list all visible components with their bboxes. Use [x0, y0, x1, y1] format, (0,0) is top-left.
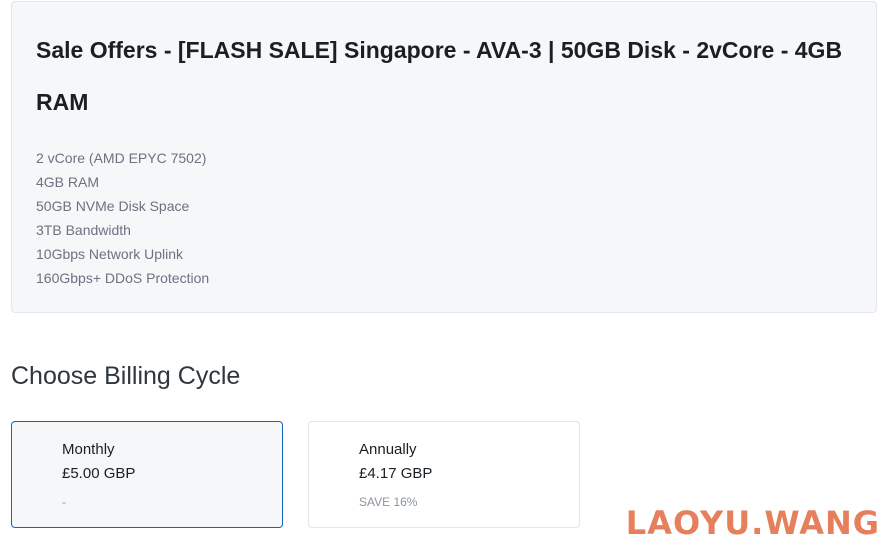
product-title: Sale Offers - [FLASH SALE] Singapore - A… — [36, 37, 843, 115]
billing-option-note: - — [62, 495, 66, 509]
feature-item: 10Gbps Network Uplink — [36, 246, 184, 262]
billing-option-price: £4.17 GBP — [359, 465, 433, 482]
watermark-logo: LAOYU.WANG — [625, 504, 880, 542]
billing-option-price: £5.00 GBP — [62, 465, 136, 482]
billing-option-name: Annually — [359, 441, 417, 458]
feature-item: 160Gbps+ DDoS Protection — [36, 270, 210, 286]
feature-list: 2 vCore (AMD EPYC 7502) 4GB RAM 50GB NVM… — [36, 146, 209, 290]
product-info-panel: Sale Offers - [FLASH SALE] Singapore - A… — [11, 1, 877, 313]
billing-option-name: Monthly — [62, 441, 115, 458]
feature-item: 3TB Bandwidth — [36, 222, 131, 238]
feature-item: 50GB NVMe Disk Space — [36, 198, 190, 214]
billing-cycle-heading: Choose Billing Cycle — [11, 362, 241, 390]
billing-option-annually[interactable]: Annually £4.17 GBP SAVE 16% — [308, 421, 580, 528]
billing-option-savings: SAVE 16% — [359, 495, 418, 509]
feature-item: 2 vCore (AMD EPYC 7502) — [36, 150, 207, 166]
feature-item: 4GB RAM — [36, 174, 100, 190]
billing-option-monthly[interactable]: Monthly £5.00 GBP - — [11, 421, 283, 528]
